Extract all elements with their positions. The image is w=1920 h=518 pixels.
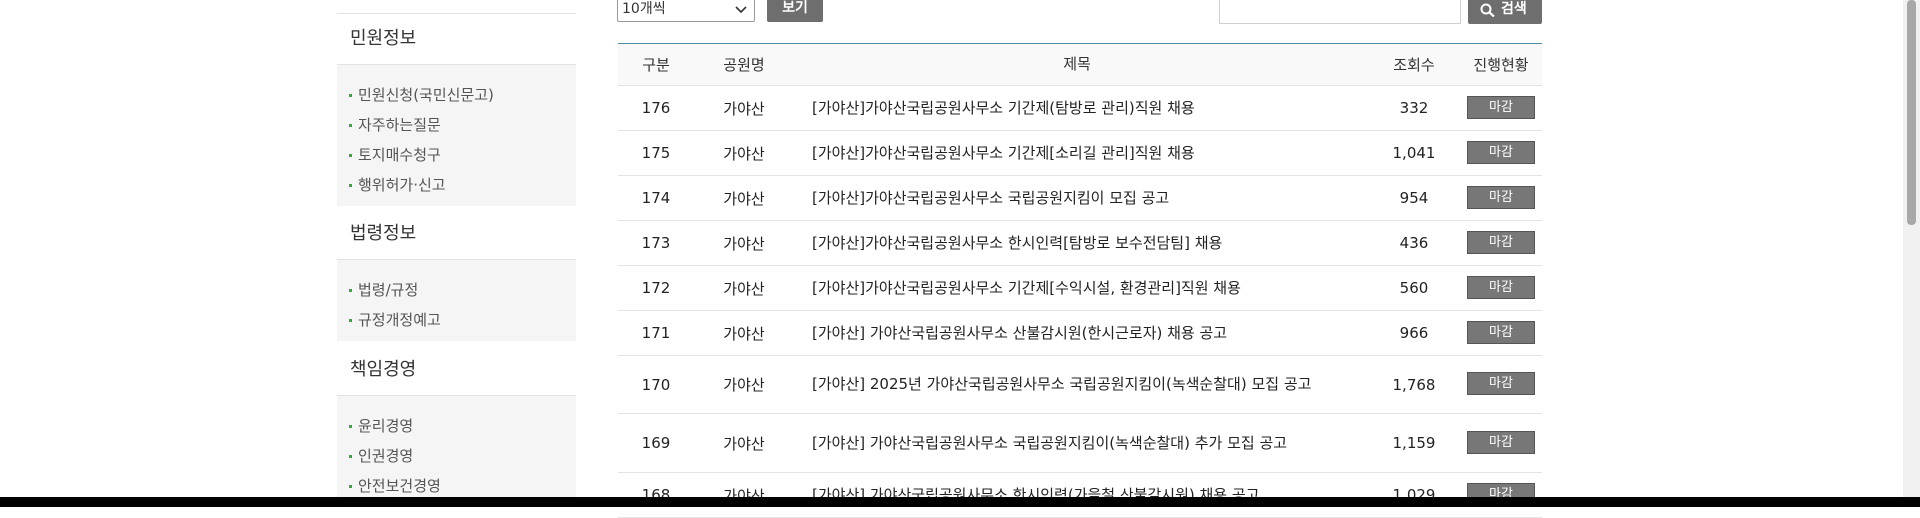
bullet-icon — [349, 425, 352, 428]
table-row: 171 가야산 [가야산] 가야산국립공원사무소 산불감시원(한시근로자) 채용… — [618, 311, 1542, 356]
bullet-icon — [349, 124, 352, 127]
vertical-scrollbar[interactable] — [1903, 0, 1920, 497]
sidebar-section-civil: 민원정보 민원신청(국민신문고) 자주하는질문 토지매수청구 행위허가·신고 — [337, 14, 576, 206]
row-title-link[interactable]: [가야산]가야산국립공원사무소 한시인력[탐방로 보수전담팀] 채용 — [812, 221, 1362, 265]
sidebar-item-permit[interactable]: 행위허가·신고 — [337, 170, 576, 200]
header-title: 제목 — [1063, 55, 1091, 73]
chevron-down-icon — [735, 6, 747, 14]
sidebar-item-regulations[interactable]: 법령/규정 — [337, 275, 576, 305]
sidebar: 민원정보 민원신청(국민신문고) 자주하는질문 토지매수청구 행위허가·신고 법… — [337, 0, 576, 497]
sidebar-item-faq[interactable]: 자주하는질문 — [337, 110, 576, 140]
header-status: 진행현황 — [1473, 56, 1529, 74]
row-park: 가야산 — [723, 234, 765, 253]
sidebar-item-land-purchase[interactable]: 토지매수청구 — [337, 140, 576, 170]
table-row: 168 가야산 [가야산] 가야산국립공원사무소 한시인력(가을철 산불감시원)… — [618, 473, 1542, 518]
row-title-link[interactable]: [가야산]가야산국립공원사무소 기간제[수익시설, 환경관리]직원 채용 — [812, 266, 1362, 310]
sidebar-list: 윤리경영 인권경영 안전보건경영 — [337, 396, 576, 497]
sidebar-item-ethics[interactable]: 윤리경영 — [337, 411, 576, 441]
row-park: 가야산 — [723, 279, 765, 298]
sidebar-list: 민원신청(국민신문고) 자주하는질문 토지매수청구 행위허가·신고 — [337, 65, 576, 206]
row-park: 가야산 — [723, 189, 765, 208]
row-park: 가야산 — [723, 376, 765, 394]
sidebar-section-law: 법령정보 법령/규정 규정개정예고 — [337, 209, 576, 341]
row-title-link[interactable]: [가야산] 가야산국립공원사무소 한시인력(가을철 산불감시원) 채용 공고 — [812, 473, 1362, 517]
row-title-link[interactable]: [가야산] 가야산국립공원사무소 국립공원지킴이(녹색순찰대) 추가 모집 공고 — [812, 414, 1362, 472]
table-row: 169 가야산 [가야산] 가야산국립공원사무소 국립공원지킴이(녹색순찰대) … — [618, 414, 1542, 473]
status-badge: 마감 — [1467, 430, 1535, 454]
row-num: 175 — [641, 144, 671, 162]
sidebar-item-civil-petition[interactable]: 민원신청(국민신문고) — [337, 80, 576, 110]
row-title-link[interactable]: [가야산] 가야산국립공원사무소 산불감시원(한시근로자) 채용 공고 — [812, 311, 1362, 355]
search-input[interactable] — [1219, 0, 1461, 24]
row-num: 169 — [641, 434, 671, 452]
search-button-label: 검색 — [1501, 1, 1527, 17]
row-title-link[interactable]: [가야산]가야산국립공원사무소 국립공원지킴이 모집 공고 — [812, 176, 1362, 220]
row-title-link[interactable]: [가야산]가야산국립공원사무소 기간제[소리길 관리]직원 채용 — [812, 131, 1362, 175]
table-header-row: 구분 공원명 제목 조회수 진행현황 — [618, 44, 1542, 86]
header-park: 공원명 — [723, 56, 765, 74]
row-park: 가야산 — [723, 486, 765, 505]
status-badge: 마감 — [1467, 372, 1535, 395]
table-row: 175 가야산 [가야산]가야산국립공원사무소 기간제[소리길 관리]직원 채용… — [618, 131, 1542, 176]
row-views: 1,159 — [1392, 434, 1436, 452]
row-title-link[interactable]: [가야산] 2025년 가야산국립공원사무소 국립공원지킴이(녹색순찰대) 모집… — [812, 356, 1362, 413]
row-views: 436 — [1399, 234, 1429, 252]
job-posting-table: 구분 공원명 제목 조회수 진행현황 176 가야산 [가야산]가야산국립공원사… — [618, 43, 1542, 518]
row-views: 1,041 — [1392, 144, 1436, 162]
page-size-select[interactable]: 10개씩 — [617, 0, 755, 22]
row-views: 1,768 — [1392, 375, 1436, 394]
bullet-icon — [349, 485, 352, 488]
row-num: 176 — [641, 99, 671, 117]
row-title-link[interactable]: [가야산]가야산국립공원사무소 기간제(탐방로 관리)직원 채용 — [812, 86, 1362, 130]
bullet-icon — [349, 319, 352, 322]
status-badge: 마감 — [1467, 140, 1535, 164]
page-size-value: 10개씩 — [622, 1, 666, 17]
bullet-icon — [349, 154, 352, 157]
sidebar-item-regulation-notice[interactable]: 규정개정예고 — [337, 305, 576, 335]
bullet-icon — [349, 455, 352, 458]
bullet-icon — [349, 289, 352, 292]
search-button[interactable]: 검색 — [1468, 0, 1542, 24]
row-park: 가야산 — [723, 324, 765, 343]
row-park: 가야산 — [723, 144, 765, 163]
row-views: 966 — [1399, 324, 1429, 342]
table-row: 173 가야산 [가야산]가야산국립공원사무소 한시인력[탐방로 보수전담팀] … — [618, 221, 1542, 266]
sidebar-section-title[interactable]: 책임경영 — [337, 345, 576, 396]
sidebar-item-safety[interactable]: 안전보건경영 — [337, 471, 576, 497]
sidebar-list: 법령/규정 규정개정예고 — [337, 260, 576, 341]
row-num: 173 — [641, 234, 671, 252]
row-num: 168 — [641, 486, 671, 504]
row-views: 1,029 — [1392, 486, 1436, 504]
status-badge: 마감 — [1467, 275, 1535, 299]
row-num: 170 — [641, 375, 671, 394]
row-num: 172 — [641, 279, 671, 297]
sidebar-item-human-rights[interactable]: 인권경영 — [337, 441, 576, 471]
table-row: 170 가야산 [가야산] 2025년 가야산국립공원사무소 국립공원지킴이(녹… — [618, 356, 1542, 414]
row-park: 가야산 — [723, 434, 765, 453]
view-button[interactable]: 보기 — [767, 0, 823, 22]
row-views: 560 — [1399, 279, 1429, 297]
row-num: 174 — [641, 189, 671, 207]
search-icon — [1480, 3, 1495, 17]
status-badge: 마감 — [1467, 320, 1535, 344]
sidebar-section-management: 책임경영 윤리경영 인권경영 안전보건경영 — [337, 345, 576, 497]
status-badge: 마감 — [1467, 95, 1535, 119]
header-num: 구분 — [642, 56, 670, 74]
header-views: 조회수 — [1393, 56, 1435, 74]
sidebar-section-title[interactable]: 민원정보 — [337, 14, 576, 65]
bottom-bar — [0, 497, 1920, 507]
row-views: 332 — [1399, 99, 1429, 117]
row-park: 가야산 — [723, 99, 765, 118]
sidebar-section-title[interactable]: 법령정보 — [337, 209, 576, 260]
table-row: 176 가야산 [가야산]가야산국립공원사무소 기간제(탐방로 관리)직원 채용… — [618, 86, 1542, 131]
table-row: 174 가야산 [가야산]가야산국립공원사무소 국립공원지킴이 모집 공고 95… — [618, 176, 1542, 221]
row-views: 954 — [1399, 189, 1429, 207]
status-badge: 마감 — [1467, 185, 1535, 209]
table-row: 172 가야산 [가야산]가야산국립공원사무소 기간제[수익시설, 환경관리]직… — [618, 266, 1542, 311]
status-badge: 마감 — [1467, 230, 1535, 254]
row-num: 171 — [641, 324, 671, 342]
scrollbar-thumb[interactable] — [1907, 0, 1916, 225]
bullet-icon — [349, 94, 352, 97]
bullet-icon — [349, 184, 352, 187]
